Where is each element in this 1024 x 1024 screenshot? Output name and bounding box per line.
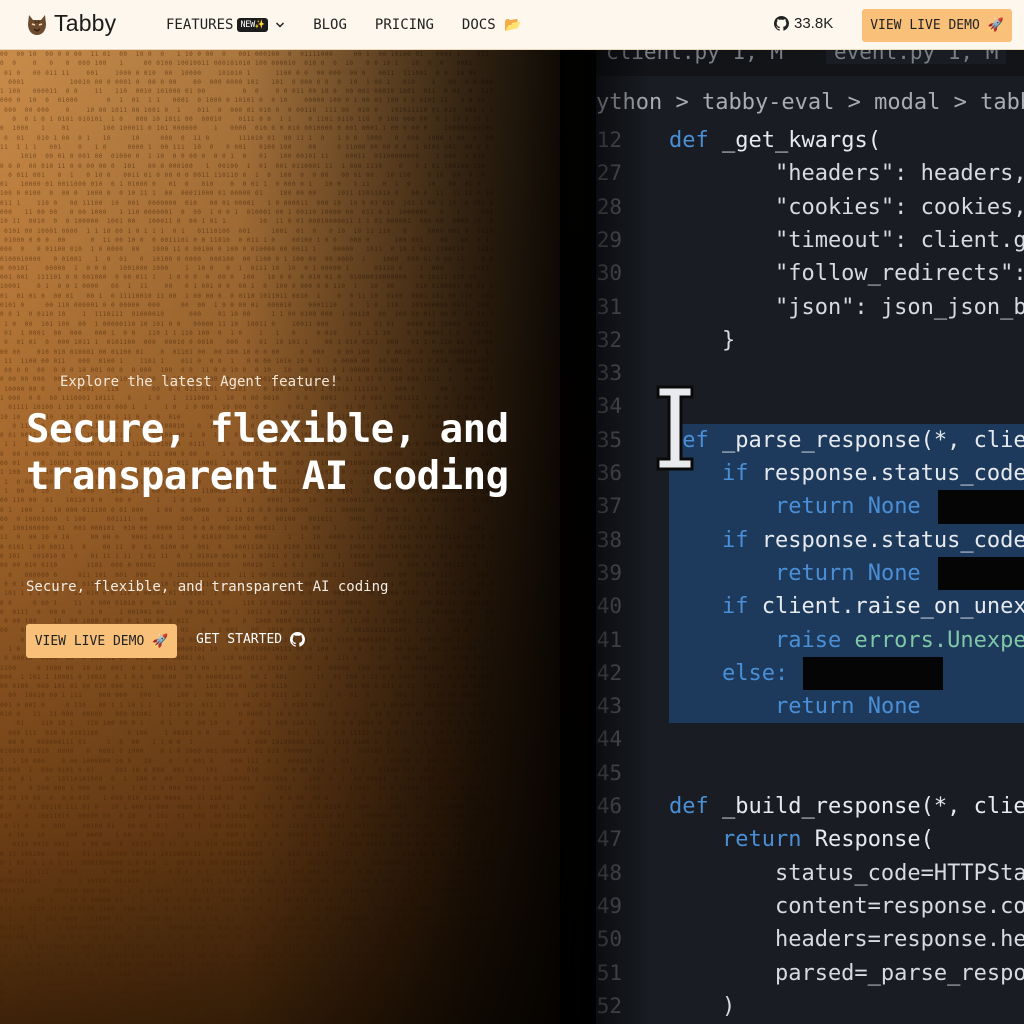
code-keyword: return <box>774 494 855 520</box>
code-keyword: return <box>774 694 855 720</box>
nav-docs[interactable]: DOCS 📂 <box>462 17 522 33</box>
code-keyword: else: <box>721 660 789 686</box>
code-line: "cookies": cookies, <box>669 194 1024 220</box>
code-line: headers=response.he <box>669 927 1024 953</box>
chevron-down-icon <box>276 22 285 28</box>
get-started-button[interactable]: GET STARTED <box>196 632 306 647</box>
nav-pricing[interactable]: PRICING <box>375 17 434 33</box>
main-nav: FEATURES NEW✨ BLOG PRICING DOCS 📂 <box>166 0 522 50</box>
code-line: ) <box>669 993 736 1019</box>
nav-features[interactable]: FEATURES NEW✨ <box>166 17 285 33</box>
code-keyword: if <box>721 527 749 553</box>
code-line: if response.status_code <box>669 528 1024 553</box>
code-line: return None <box>669 694 921 719</box>
code-keyword: if <box>721 594 749 620</box>
code-keyword: def <box>669 128 709 153</box>
code-text: errors.Unexpe <box>841 627 1024 653</box>
code-text: _build_response(*, clie <box>708 794 1024 819</box>
code-line: if response.status_code <box>669 461 1024 486</box>
nav-blog[interactable]: BLOG <box>313 17 347 33</box>
tabby-cat-icon <box>28 14 46 35</box>
code-text: response.status_code <box>748 461 1024 486</box>
code-line: parsed=_parse_respo <box>669 960 1024 986</box>
hero-title: Secure, flexible, and transparent AI cod… <box>26 407 509 499</box>
code-text: client.raise_on_unex <box>748 594 1024 620</box>
editor-breadcrumb: ython > tabby-eval > modal > tabby_py <box>596 90 1024 115</box>
code-line: raise errors.Unexpe <box>669 628 1024 653</box>
code-keyword: if <box>721 461 749 486</box>
site-header: Tabby FEATURES NEW✨ BLOG PRICING DOCS 📂 … <box>0 0 1024 50</box>
code-line: else: <box>669 661 788 686</box>
new-badge: NEW✨ <box>237 18 269 32</box>
github-stars-link[interactable]: 33.8K <box>774 15 833 32</box>
selection-gap <box>803 656 943 691</box>
binary-rain: 00 00 10 00 0 0 00 11 01 00 10 0 0 1 10 … <box>0 51 494 1024</box>
code-keyword: raise <box>774 627 842 653</box>
github-icon <box>774 16 789 31</box>
hero-subtitle: Secure, flexible, and transparent AI cod… <box>26 579 389 595</box>
code-keyword: return <box>774 560 855 586</box>
code-line: return None <box>669 561 921 586</box>
selection-gap <box>938 490 1024 524</box>
code-line: "json": json_json_b <box>669 294 1024 320</box>
agent-feature-link[interactable]: Explore the latest Agent feature! <box>60 374 338 390</box>
code-line: "headers": headers, <box>669 161 1024 187</box>
code-line: status_code=HTTPSta <box>669 860 1024 886</box>
code-text: None <box>854 560 921 586</box>
code-line: def _build_response(*, clie <box>669 794 1024 819</box>
code-line: if client.raise_on_unex <box>669 594 1024 619</box>
code-editor-preview: client.py 1, M event.py 1, M ython > tab… <box>596 50 1024 1024</box>
code-text: _get_kwargs( <box>708 128 881 153</box>
code-line: def _get_kwargs( <box>669 128 881 153</box>
code-keyword: def <box>669 794 709 819</box>
code-text: None <box>854 694 921 720</box>
code-text: Response( <box>801 827 934 853</box>
panel-fade <box>560 50 650 1024</box>
text-cursor-icon <box>656 385 694 471</box>
code-text: None <box>854 494 921 520</box>
view-live-demo-button[interactable]: VIEW LIVE DEMO 🚀 <box>862 9 1012 42</box>
code-text: _parse_response(*, clie <box>708 427 1024 453</box>
get-started-label: GET STARTED <box>196 632 283 647</box>
github-stars-count: 33.8K <box>794 15 834 32</box>
hero-backdrop: 00 00 10 00 0 0 00 11 01 00 10 0 0 1 10 … <box>0 50 600 1024</box>
brand-logo[interactable]: Tabby <box>26 10 116 37</box>
brand-name: Tabby <box>54 10 117 36</box>
editor-tab-active: event.py 1, M <box>826 50 1007 64</box>
code-line: return Response( <box>669 827 934 852</box>
nav-features-label: FEATURES <box>166 17 234 33</box>
code-line: def _parse_response(*, clie <box>669 428 1024 453</box>
code-line: "follow_redirects": <box>669 261 1024 287</box>
code-line: "timeout": client.g <box>669 227 1024 253</box>
code-keyword: return <box>721 827 802 853</box>
editor-tabs: client.py 1, M event.py 1, M <box>596 50 1024 76</box>
selection-gap <box>938 556 1024 591</box>
hero-view-live-demo-button[interactable]: VIEW LIVE DEMO 🚀 <box>26 624 177 658</box>
code-text: response.status_code <box>748 527 1024 553</box>
github-icon <box>290 632 306 647</box>
code-line: } <box>669 327 736 353</box>
code-line: content=response.co <box>669 893 1024 919</box>
code-line: return None <box>669 494 921 519</box>
